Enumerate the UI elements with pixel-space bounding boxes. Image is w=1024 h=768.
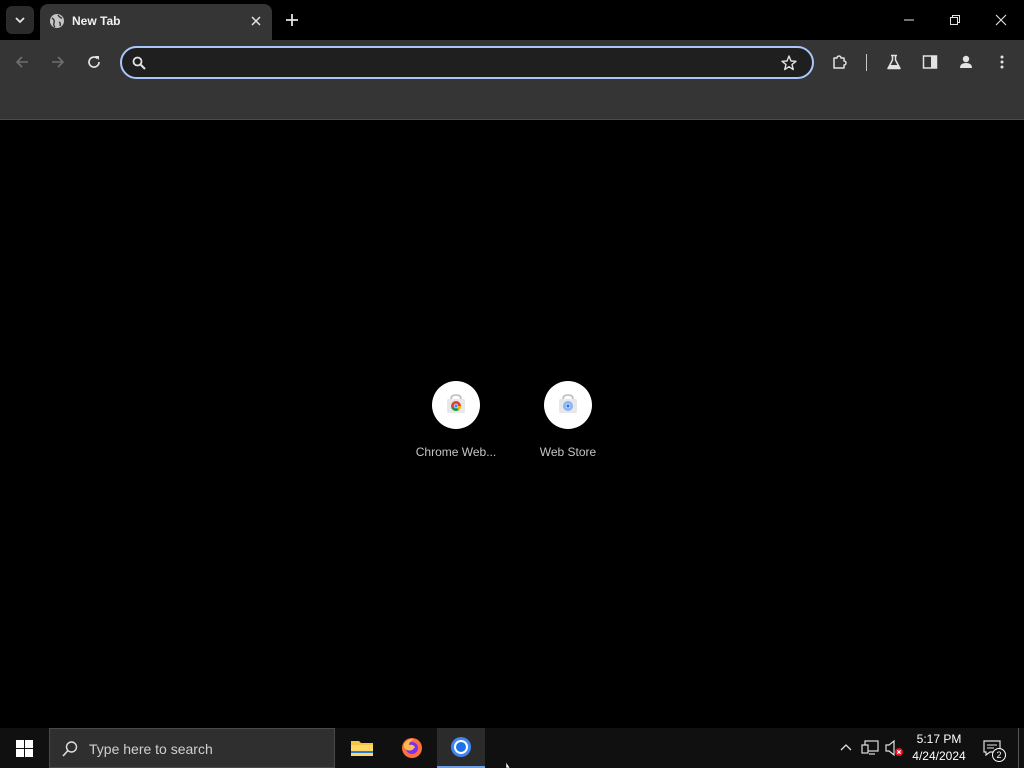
tab-close-button[interactable]	[248, 13, 264, 29]
browser-titlebar: New Tab	[0, 0, 1024, 40]
arrow-left-icon	[15, 56, 28, 68]
mouse-cursor-icon	[506, 762, 511, 768]
back-button[interactable]	[8, 48, 36, 76]
side-panel-button[interactable]	[916, 48, 944, 76]
labs-button[interactable]	[880, 48, 908, 76]
address-input[interactable]	[156, 52, 766, 73]
windows-logo-icon	[15, 739, 33, 757]
chevron-down-icon	[15, 17, 25, 24]
shortcut-icon-circle	[432, 381, 480, 429]
address-bar[interactable]	[120, 46, 814, 79]
browser-toolbar	[0, 40, 1024, 85]
puzzle-icon	[833, 55, 847, 69]
new-tab-button[interactable]	[280, 8, 304, 32]
clock-date: 4/24/2024	[912, 749, 966, 763]
tray-volume-button[interactable]	[884, 738, 904, 758]
arrow-right-icon	[52, 56, 65, 68]
profile-button[interactable]	[952, 48, 980, 76]
chrome-icon	[451, 737, 471, 757]
tab-search-button[interactable]	[6, 6, 34, 34]
folder-icon	[351, 741, 373, 756]
close-window-button[interactable]	[978, 0, 1024, 40]
chrome-web-store-icon	[447, 394, 465, 413]
taskbar-app-chrome[interactable]	[437, 728, 485, 768]
shortcut-chrome-web-store[interactable]: Chrome Web...	[400, 381, 512, 473]
chevron-up-icon	[840, 744, 852, 751]
close-icon	[995, 14, 1007, 26]
restore-icon	[950, 15, 960, 25]
taskbar-app-firefox[interactable]	[388, 728, 436, 768]
firefox-icon	[402, 738, 422, 758]
forward-button[interactable]	[44, 48, 72, 76]
flask-icon	[887, 54, 901, 70]
network-icon	[861, 740, 879, 755]
kebab-menu-icon	[1000, 55, 1004, 69]
minimize-button[interactable]	[886, 0, 932, 40]
tab-title: New Tab	[72, 14, 121, 28]
web-store-icon	[559, 394, 577, 413]
reload-button[interactable]	[80, 48, 108, 76]
reload-icon	[88, 56, 100, 68]
taskbar-clock[interactable]: 5:17 PM 4/24/2024	[906, 731, 972, 767]
tray-network-button[interactable]	[860, 738, 880, 758]
bookmarks-bar	[0, 85, 1024, 120]
tray-overflow-button[interactable]	[836, 738, 856, 758]
taskbar-search-placeholder: Type here to search	[89, 741, 213, 757]
search-icon	[132, 56, 146, 70]
notification-count-badge: 2	[992, 748, 1006, 762]
close-icon	[251, 16, 261, 26]
shortcut-web-store[interactable]: Web Store	[512, 381, 624, 473]
bookmark-star-icon[interactable]	[780, 54, 798, 72]
shortcut-icon-circle	[544, 381, 592, 429]
new-tab-page: Chrome Web... Web Store	[0, 121, 1024, 728]
taskbar-search-box[interactable]: Type here to search	[49, 728, 335, 768]
toolbar-divider	[866, 54, 867, 71]
shortcut-label: Web Store	[539, 445, 597, 459]
shortcut-label: Chrome Web...	[415, 445, 497, 459]
taskbar-app-file-explorer[interactable]	[338, 728, 386, 768]
search-icon	[62, 741, 78, 757]
clock-time: 5:17 PM	[916, 732, 962, 746]
side-panel-icon	[922, 55, 938, 69]
menu-button[interactable]	[988, 48, 1016, 76]
tab-new-tab[interactable]: New Tab	[40, 4, 272, 40]
extensions-button[interactable]	[826, 48, 854, 76]
start-button[interactable]	[0, 728, 48, 768]
minimize-icon	[904, 19, 914, 21]
restore-button[interactable]	[932, 0, 978, 40]
plus-icon	[286, 14, 298, 26]
globe-icon	[50, 14, 64, 28]
person-icon	[960, 55, 972, 68]
show-desktop-button[interactable]	[1018, 728, 1019, 768]
volume-muted-icon	[885, 739, 903, 757]
